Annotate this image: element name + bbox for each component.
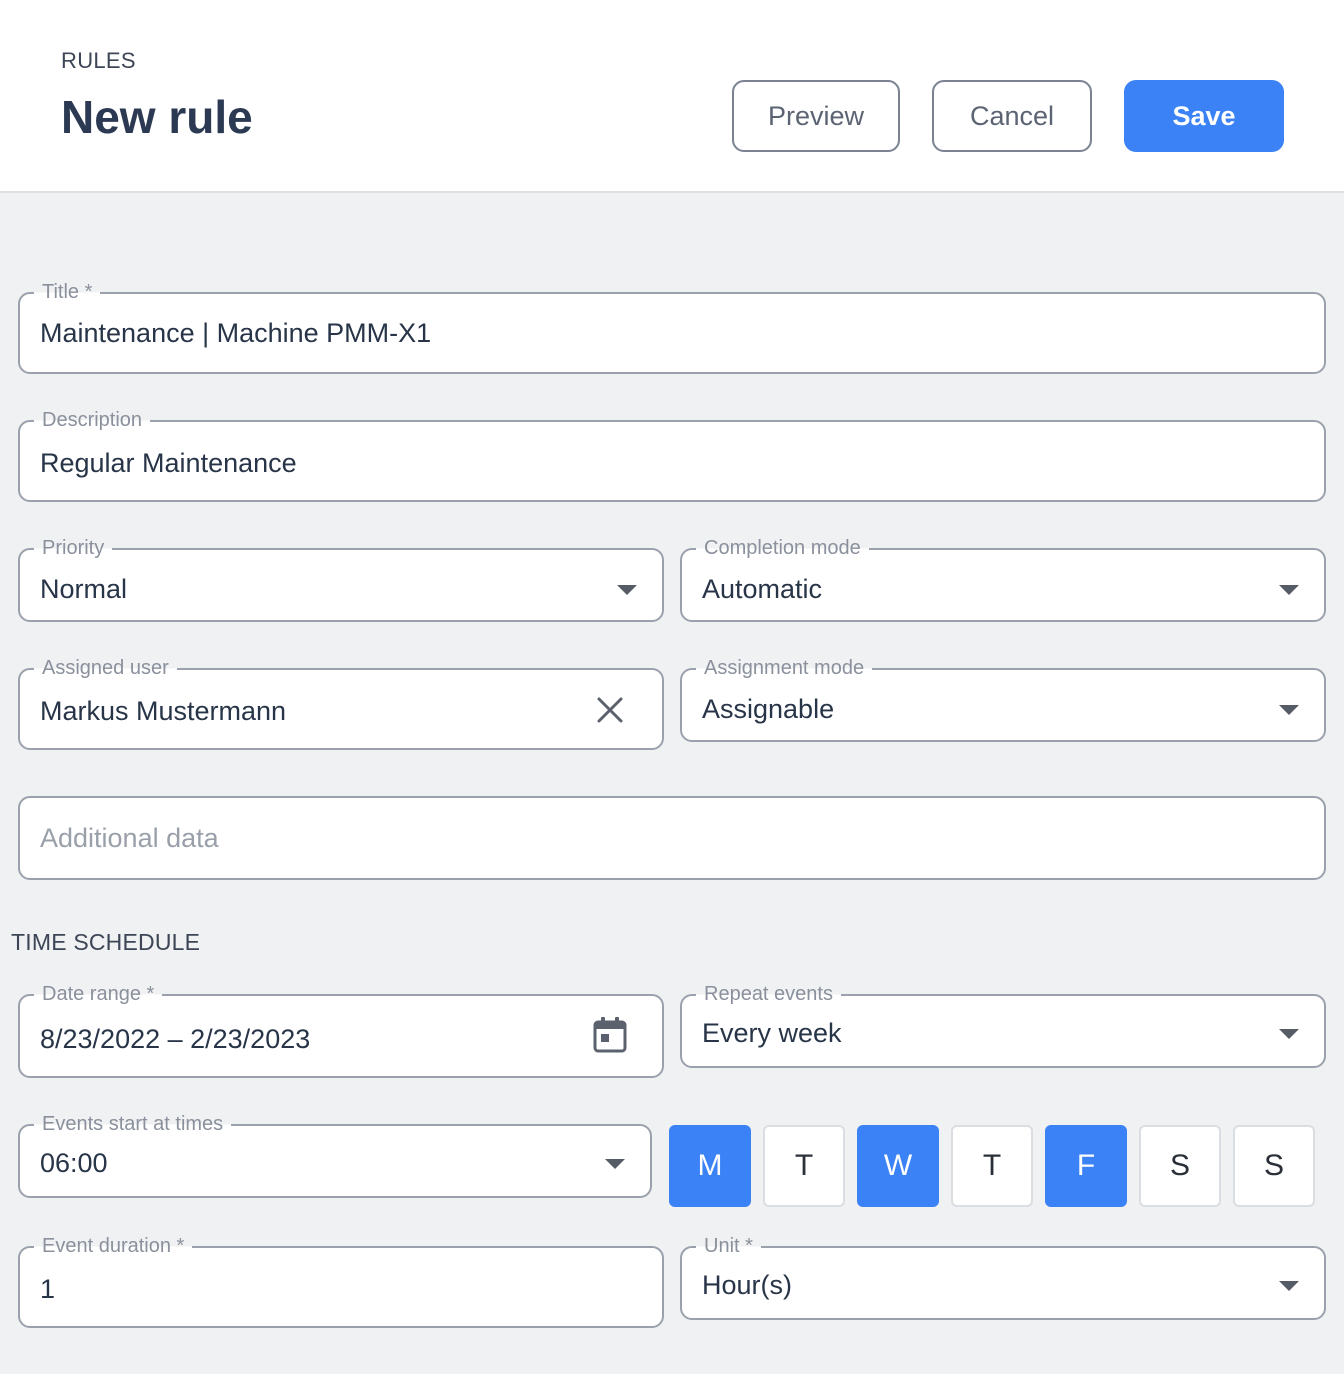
additional-data-placeholder: Additional data: [40, 823, 219, 853]
completion-mode-label: Completion mode: [696, 535, 869, 561]
assignment-mode-value: Assignable: [702, 694, 835, 724]
start-times-value: 06:00: [40, 1148, 108, 1178]
description-value: Regular Maintenance: [40, 448, 297, 478]
repeat-events-label: Repeat events: [696, 981, 841, 1007]
start-times-label: Events start at times: [34, 1111, 232, 1137]
section-title-time-schedule: TIME SCHEDULE: [11, 929, 201, 955]
description-label: Description: [34, 407, 151, 433]
day-toggle-monday[interactable]: M: [669, 1125, 751, 1207]
title-value: Maintenance | Machine PMM-X1: [40, 318, 432, 348]
priority-value: Normal: [40, 574, 128, 604]
assignment-mode-label: Assignment mode: [696, 655, 873, 681]
unit-select[interactable]: Unit * Hour(s): [680, 1233, 1326, 1320]
chevron-down-icon: [605, 1159, 625, 1169]
assigned-user-field[interactable]: Assigned user Markus Mustermann: [18, 655, 664, 750]
close-icon[interactable]: [594, 694, 626, 726]
priority-select[interactable]: Priority Normal: [18, 535, 664, 622]
cancel-button[interactable]: Cancel: [932, 80, 1092, 152]
title-field[interactable]: Title * Maintenance | Machine PMM-X1: [18, 279, 1326, 374]
page-title: New rule: [61, 91, 253, 143]
date-range-label: Date range *: [34, 981, 163, 1007]
assignment-mode-select[interactable]: Assignment mode Assignable: [680, 655, 1326, 742]
assigned-user-value: Markus Mustermann: [40, 696, 287, 726]
save-button[interactable]: Save: [1124, 80, 1284, 152]
start-times-select[interactable]: Events start at times 06:00: [18, 1111, 652, 1198]
day-toggle-thursday[interactable]: T: [951, 1125, 1033, 1207]
chevron-down-icon: [1279, 705, 1299, 715]
repeat-events-value: Every week: [702, 1018, 842, 1048]
chevron-down-icon: [1279, 1029, 1299, 1039]
chevron-down-icon: [1279, 1281, 1299, 1291]
priority-label: Priority: [34, 535, 113, 561]
breadcrumb[interactable]: RULES: [61, 48, 136, 74]
chevron-down-icon: [1279, 585, 1299, 595]
repeat-events-select[interactable]: Repeat events Every week: [680, 981, 1326, 1068]
day-toggle-wednesday[interactable]: W: [857, 1125, 939, 1207]
event-duration-field[interactable]: Event duration * 1: [18, 1233, 664, 1328]
page-header: RULES New rule Preview Cancel Save: [0, 0, 1344, 193]
unit-value: Hour(s): [702, 1270, 793, 1300]
assigned-user-label: Assigned user: [34, 655, 177, 681]
date-range-field[interactable]: Date range * 8/23/2022 – 2/23/2023: [18, 981, 664, 1078]
event-duration-label: Event duration *: [34, 1233, 193, 1259]
event-duration-value: 1: [40, 1274, 56, 1304]
day-toggle-friday[interactable]: F: [1045, 1125, 1127, 1207]
day-toggle-saturday[interactable]: S: [1139, 1125, 1221, 1207]
description-field[interactable]: Description Regular Maintenance: [18, 407, 1326, 502]
day-toggle-tuesday[interactable]: T: [763, 1125, 845, 1207]
calendar-icon[interactable]: [593, 1016, 627, 1054]
chevron-down-icon: [617, 585, 637, 595]
additional-data-field[interactable]: Additional data: [18, 796, 1326, 880]
completion-mode-select[interactable]: Completion mode Automatic: [680, 535, 1326, 622]
unit-label: Unit *: [696, 1233, 761, 1259]
preview-button[interactable]: Preview: [732, 80, 900, 152]
date-range-value: 8/23/2022 – 2/23/2023: [40, 1024, 311, 1054]
title-label: Title *: [34, 279, 101, 305]
completion-mode-value: Automatic: [702, 574, 823, 604]
day-toggle-sunday[interactable]: S: [1233, 1125, 1315, 1207]
